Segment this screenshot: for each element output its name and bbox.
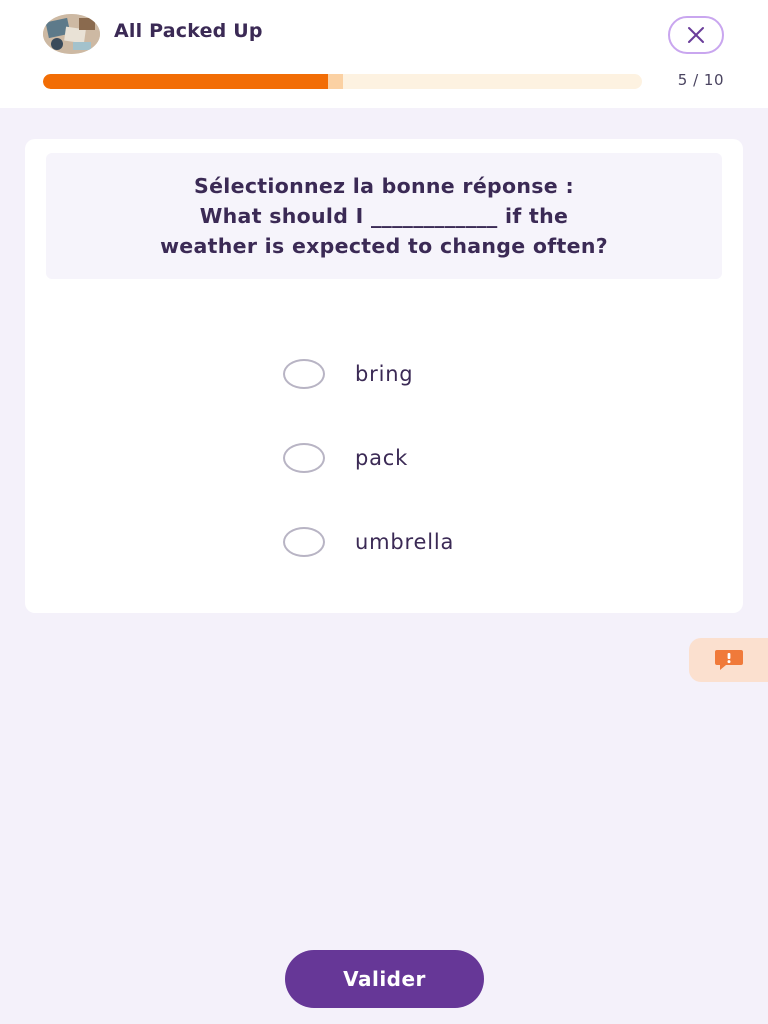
question-text-line-1: What should I ____________ if the: [199, 204, 569, 228]
answer-option[interactable]: umbrella: [283, 521, 583, 563]
answer-option[interactable]: bring: [283, 353, 583, 395]
close-button[interactable]: [668, 16, 724, 54]
submit-button[interactable]: Valider: [285, 950, 484, 1008]
header: All Packed Up 5 / 10: [0, 0, 768, 108]
answer-option-label: umbrella: [355, 530, 455, 554]
lesson-thumbnail: [43, 14, 100, 54]
radio-button[interactable]: [283, 443, 325, 473]
question-instruction: Sélectionnez la bonne réponse :: [194, 174, 574, 198]
lesson-title: All Packed Up: [114, 20, 263, 42]
radio-button[interactable]: [283, 527, 325, 557]
answer-option-label: bring: [355, 362, 414, 386]
progress-fill: [43, 74, 343, 89]
answer-options: bring pack umbrella: [283, 353, 583, 605]
progress-bar: [43, 74, 642, 89]
question-card: Sélectionnez la bonne réponse : What sho…: [25, 139, 743, 613]
progress-counter: 5 / 10: [677, 71, 724, 89]
answer-option-label: pack: [355, 446, 409, 470]
report-problem-button[interactable]: [689, 638, 768, 682]
report-alert-icon: [714, 650, 743, 670]
close-icon: [688, 27, 704, 43]
progress-current-marker: [327, 74, 343, 89]
radio-button[interactable]: [283, 359, 325, 389]
answer-option[interactable]: pack: [283, 437, 583, 479]
question-text-line-2: weather is expected to change often?: [160, 234, 608, 258]
question-prompt: Sélectionnez la bonne réponse : What sho…: [46, 153, 722, 279]
